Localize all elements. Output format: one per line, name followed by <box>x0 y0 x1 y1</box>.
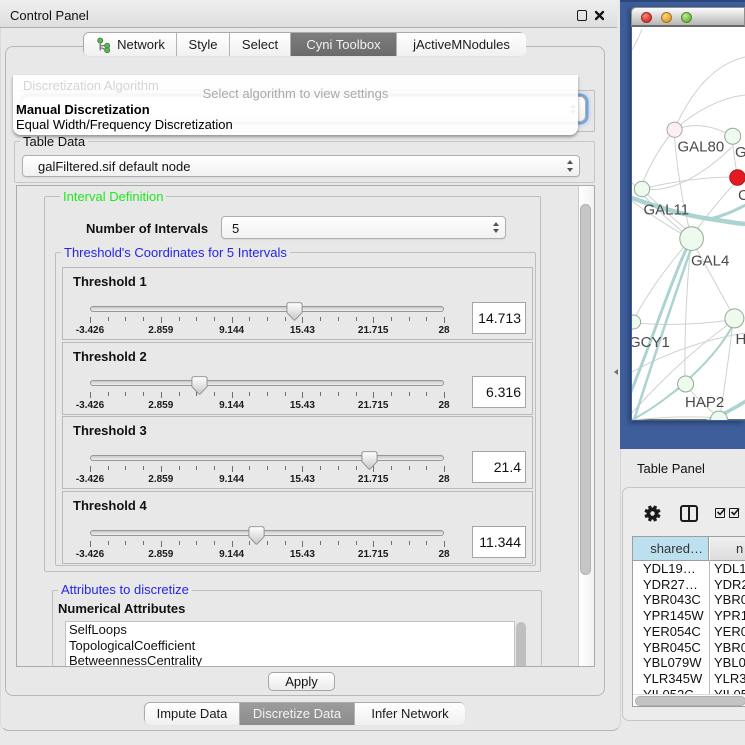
svg-text:GAL1: GAL1 <box>735 144 745 161</box>
svg-text:HAP2: HAP2 <box>685 394 724 411</box>
svg-text:GCY1: GCY1 <box>632 334 670 351</box>
svg-text:HI: HI <box>736 331 745 348</box>
svg-text:CY: CY <box>738 187 745 204</box>
svg-text:GAL11: GAL11 <box>644 202 690 219</box>
svg-text:GAL80: GAL80 <box>678 139 725 156</box>
svg-text:GAL4: GAL4 <box>691 253 729 270</box>
